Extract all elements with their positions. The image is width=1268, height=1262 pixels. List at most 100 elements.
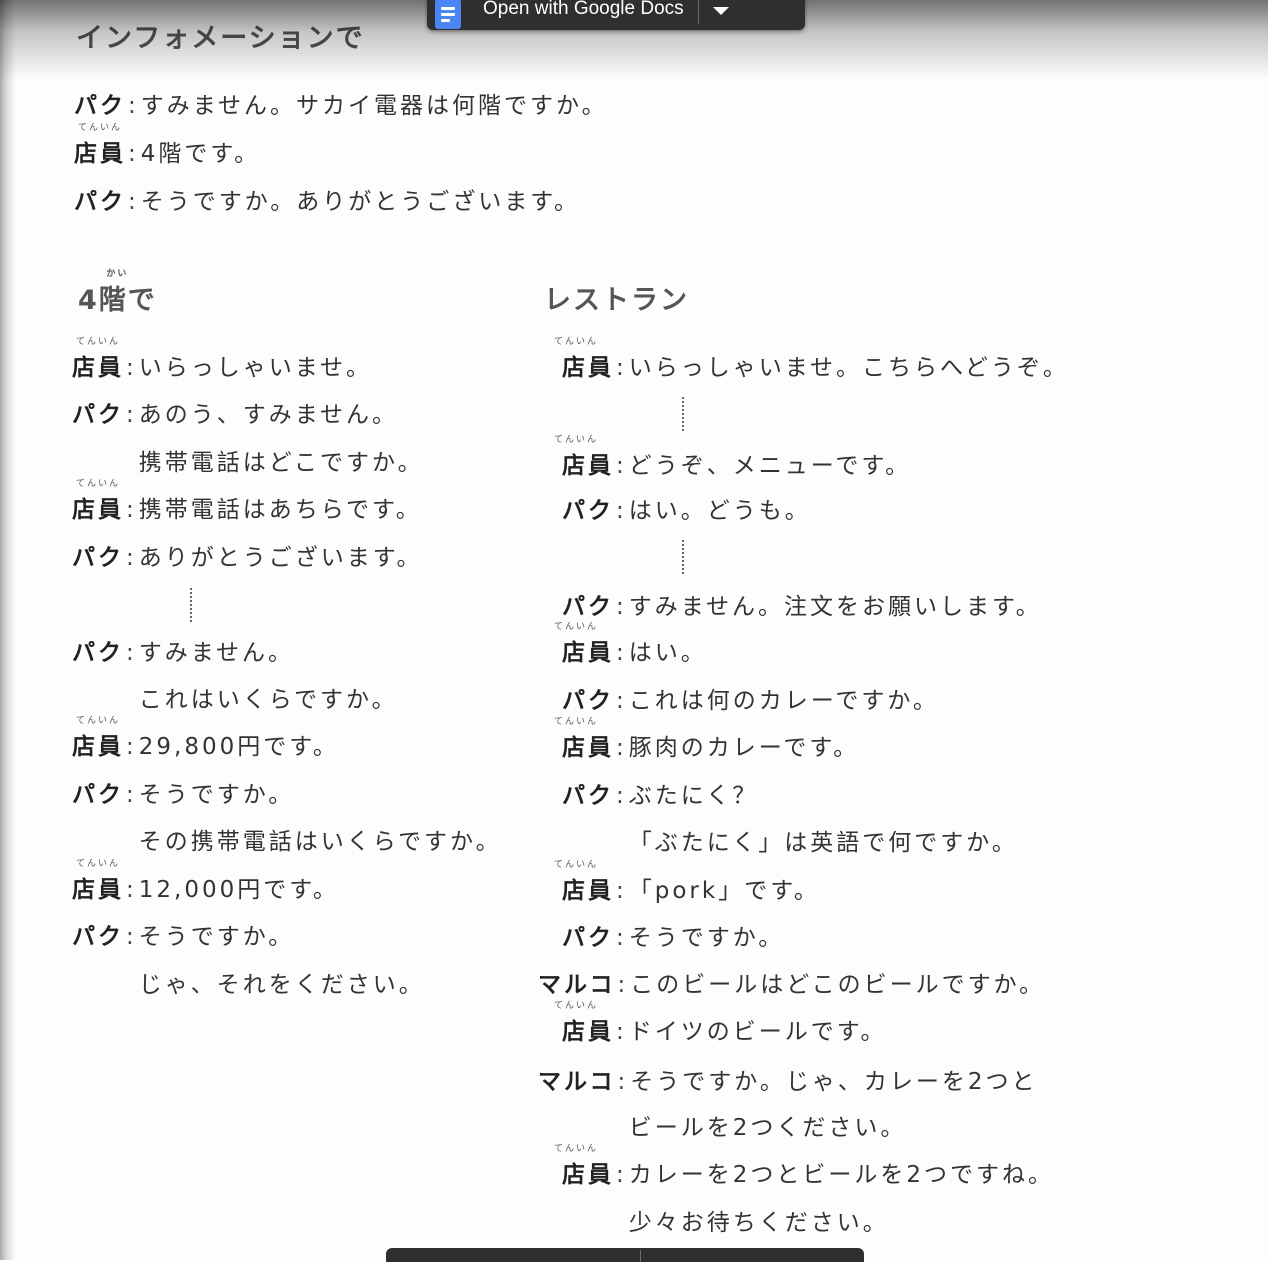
ruby: てんいん — [75, 337, 120, 347]
line-text: 豚肉のカレーです。 — [628, 735, 860, 761]
dialogue-line: てんいん 店員:「pork」です。 — [538, 860, 820, 905]
speaker: 店員 — [562, 453, 614, 479]
line-text: 「pork」です。 — [628, 878, 820, 904]
ruby: てんいん — [553, 717, 598, 727]
ruby: てんいん — [553, 622, 598, 632]
ruby: てんいん — [553, 435, 598, 445]
dialogue-line: パク:ありがとうございます。 — [72, 538, 422, 572]
ruby: てんいん — [75, 859, 120, 869]
open-with-google-docs-button[interactable]: Open with Google Docs — [427, 0, 805, 30]
line-text: そうですか。 — [628, 925, 785, 951]
nav-divider — [640, 1250, 641, 1262]
dialogue-line: てんいん 店員:12,000円です。 — [72, 859, 339, 904]
colon: : — [616, 1019, 627, 1045]
speaker: パク — [562, 498, 614, 524]
colon: : — [616, 640, 627, 666]
speaker: パク — [74, 93, 126, 119]
colon: : — [617, 1069, 629, 1095]
ruby: てんいん — [77, 123, 122, 133]
dialogue-line: パク:そうですか。 — [72, 917, 294, 951]
dialogue-line: :その携帯電話はいくらですか。 — [72, 822, 502, 856]
colon: : — [616, 783, 627, 809]
line-text: すみません。サカイ電器は何階ですか。 — [140, 93, 608, 119]
speaker: パク — [72, 924, 124, 950]
speaker: 店員 — [72, 734, 124, 760]
caret-down-icon[interactable] — [712, 7, 729, 15]
dialogue-line: マルコ:このビールはどこのビールですか。 — [538, 965, 1045, 999]
ellipsis-separator — [190, 588, 192, 622]
speaker: マルコ — [538, 972, 616, 998]
colon: : — [616, 498, 627, 524]
ruby: てんいん — [553, 337, 598, 347]
colon: : — [126, 355, 137, 381]
dialogue-line: パク:そうですか。 — [72, 775, 294, 809]
ruby: てんいん — [553, 860, 598, 870]
line-text: 携帯電話はどこですか。 — [138, 450, 424, 476]
colon: : — [616, 1162, 627, 1188]
heading-information: インフォメーションで — [76, 23, 365, 54]
line-text: いらっしゃいませ。 — [138, 355, 373, 381]
dialogue-line: てんいん店員:はい。 — [538, 622, 707, 667]
line-text: 29,800円です。 — [138, 734, 339, 760]
speaker: 店員 — [562, 355, 614, 381]
line-text: そうですか。 — [138, 924, 295, 950]
dialogue-line: パク:これは何のカレーですか。 — [538, 681, 939, 715]
ruby: かい — [106, 269, 129, 279]
google-docs-icon — [435, 0, 461, 29]
line-text: 12,000円です。 — [138, 877, 339, 903]
speaker: 店員 — [562, 735, 614, 761]
colon: : — [617, 972, 629, 998]
dialogue-line: てんいん 店員:ドイツのビールです。 — [538, 1001, 886, 1046]
dialogue-line: てんいん 店員:29,800円です。 — [72, 716, 339, 761]
ellipsis-separator — [682, 397, 684, 431]
dialogue-line: パク:すみません。サカイ電器は何階ですか。 — [74, 93, 608, 119]
speaker: パク — [72, 782, 124, 808]
colon: : — [126, 545, 137, 571]
dialogue-line: :じゃ、それをください。 — [72, 965, 425, 999]
line-text: そうですか。じゃ、カレーを2つと — [630, 1069, 1038, 1095]
speaker: 店員 — [562, 640, 614, 666]
speaker: 店員 — [72, 355, 124, 381]
line-text: カレーを2つとビールを2つですね。 — [628, 1162, 1055, 1188]
line-text: 4階です。 — [140, 141, 261, 167]
ruby: てんいん — [553, 1001, 598, 1011]
dialogue-line: パク:すみません。 — [72, 633, 294, 667]
speaker: パク — [562, 594, 614, 620]
ruby: てんいん — [75, 479, 120, 489]
line-text: はい。どうも。 — [628, 498, 811, 524]
open-with-label: Open with Google Docs — [483, 0, 684, 19]
heading-fourth-floor: かい 4階で — [78, 269, 157, 317]
line-text: はい。 — [628, 640, 707, 666]
page-edge — [0, 0, 16, 1260]
dialogue-line: てんいん 店員:4階です。 — [74, 123, 261, 168]
speaker: パク — [74, 189, 126, 215]
line-text: じゃ、それをください。 — [138, 972, 425, 998]
dialogue-line: パク:はい。どうも。 — [538, 491, 811, 525]
line-text: いらっしゃいませ。こちらへどうぞ。 — [628, 355, 1069, 381]
dialogue-line: てんいん 店員:カレーを2つとビールを2つですね。 — [538, 1144, 1055, 1189]
line-text: ぶたにく？ — [628, 783, 759, 809]
line-text: これはいくらですか。 — [138, 687, 398, 713]
colon: : — [126, 497, 137, 523]
colon: : — [126, 734, 137, 760]
dialogue-line: マルコ:そうですか。じゃ、カレーを2つと — [538, 1062, 1037, 1096]
line-text: どうぞ、メニューです。 — [628, 453, 912, 479]
heading-restaurant: レストラン — [544, 285, 689, 316]
dialogue-line: てんいん 店員:いらっしゃいませ。こちらへどうぞ。 — [538, 337, 1069, 382]
line-text: 少々お待ちください。 — [628, 1210, 889, 1236]
colon: : — [616, 453, 627, 479]
speaker: 店員 — [562, 1019, 614, 1045]
colon: : — [616, 688, 627, 714]
dialogue-line: :これはいくらですか。 — [72, 680, 398, 714]
line-text: 携帯電話はあちらです。 — [138, 497, 422, 523]
ellipsis-separator — [682, 540, 684, 574]
dialogue-line: パク:あのう、すみません。 — [72, 395, 398, 429]
speaker: パク — [562, 688, 614, 714]
dialogue-line: てんいん 店員:携帯電話はあちらです。 — [72, 479, 422, 524]
line-text: 「ぶたにく」は英語で何ですか。 — [628, 830, 1018, 856]
dialogue-line: パク:そうですか。 — [538, 918, 784, 952]
dialogue-line: パク:すみません。注文をお願いします。 — [538, 587, 1042, 621]
dialogue-line: :「ぶたにく」は英語で何ですか。 — [538, 823, 1018, 857]
colon: : — [616, 925, 627, 951]
speaker: パク — [562, 925, 614, 951]
